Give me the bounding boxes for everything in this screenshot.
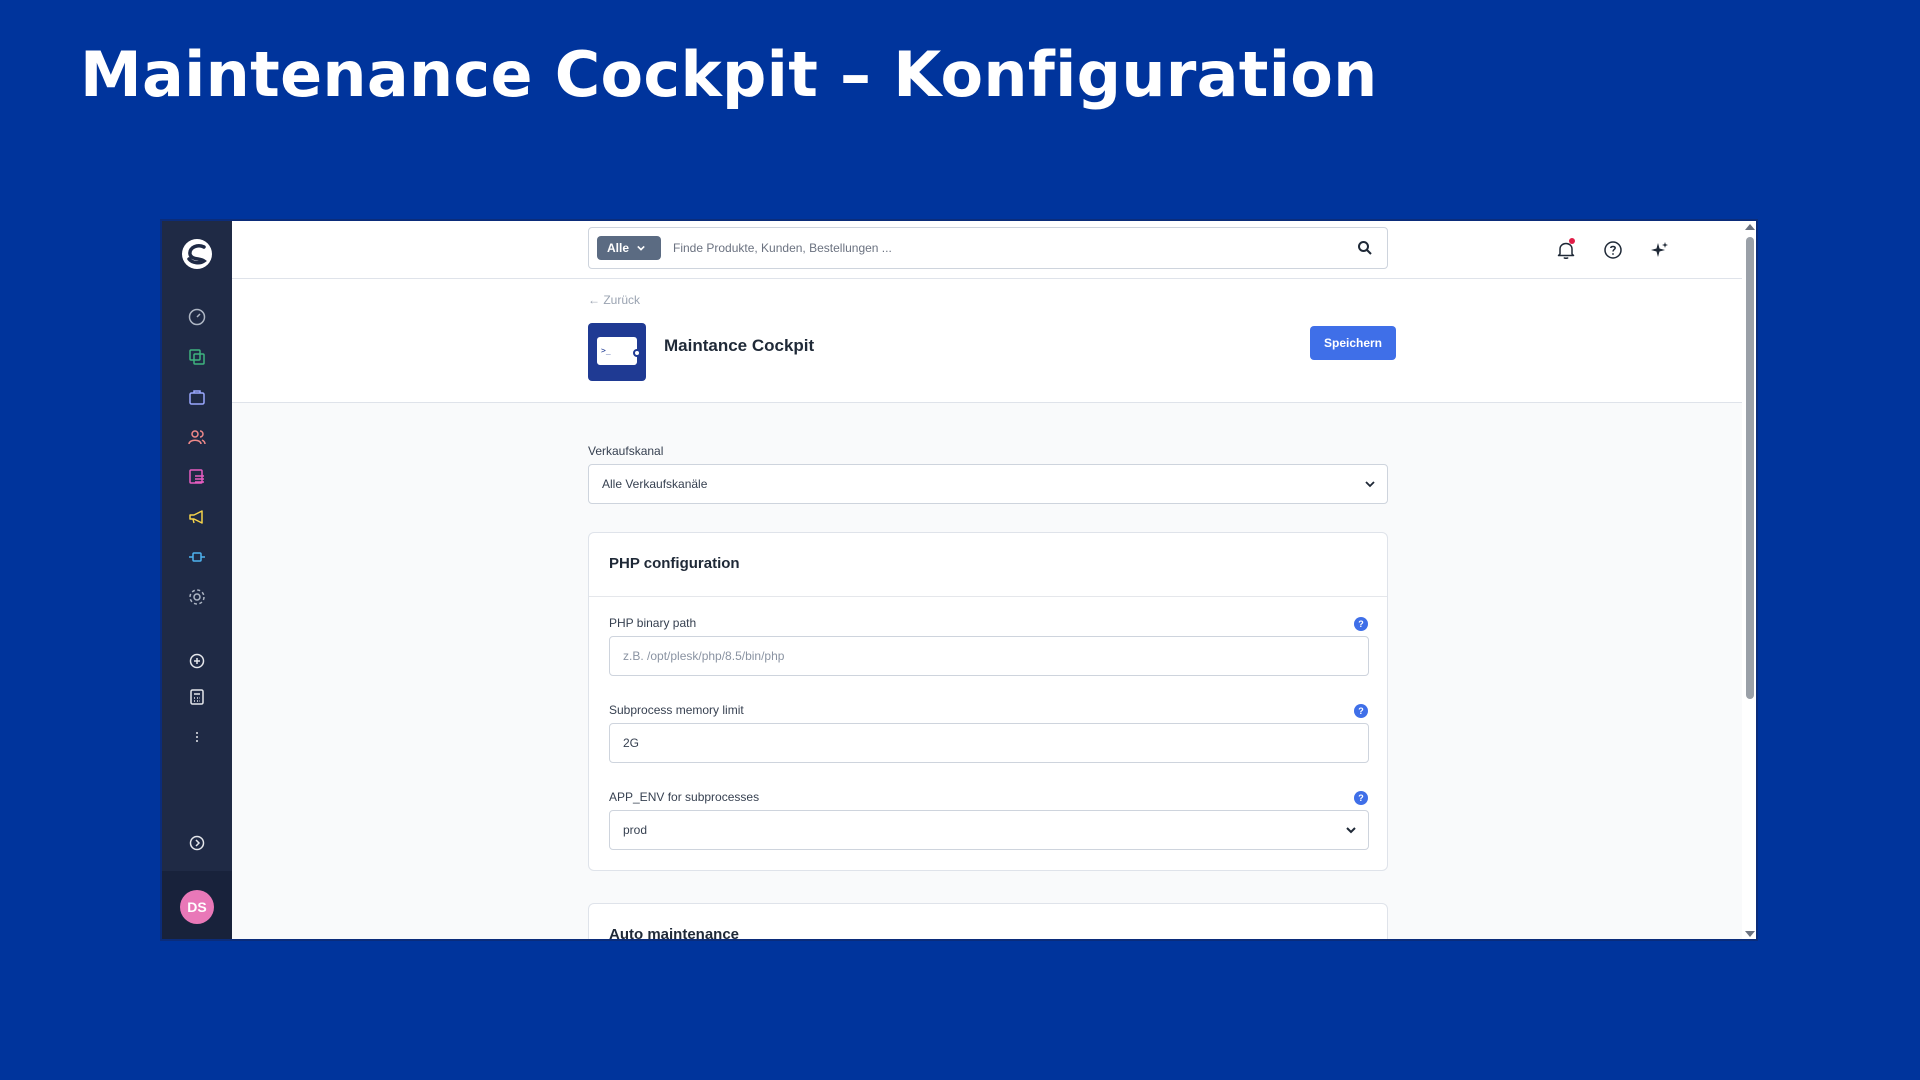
shopware-logo-icon[interactable] (180, 237, 214, 271)
app-env-select[interactable]: prod (609, 810, 1369, 850)
slide-title: Maintenance Cockpit – Konfiguration (80, 38, 1378, 111)
notifications-bell-icon[interactable] (1555, 238, 1577, 261)
app-env-value: prod (623, 823, 648, 837)
content-icon[interactable] (187, 467, 207, 487)
memory-limit-label: Subprocess memory limit (609, 703, 744, 717)
sales-channel-value: Alle Verkaufskanäle (602, 477, 708, 491)
settings-icon[interactable] (187, 587, 207, 607)
page-header: ← Zurück >_ Maintance Cockpit Speichern (232, 279, 1742, 403)
help-icon[interactable] (1602, 239, 1624, 261)
chevron-down-icon (1346, 827, 1356, 834)
help-tooltip-icon[interactable]: ? (1354, 704, 1368, 718)
avatar[interactable]: DS (180, 890, 214, 924)
more-icon[interactable] (187, 727, 207, 747)
scroll-up-arrow-icon[interactable] (1745, 224, 1755, 230)
add-icon[interactable] (187, 651, 207, 671)
app-icon: >_ (588, 323, 646, 381)
marketing-icon[interactable] (187, 507, 207, 527)
save-button[interactable]: Speichern (1310, 326, 1396, 360)
php-binary-path-input[interactable]: z.B. /opt/plesk/php/8.5/bin/php (609, 636, 1369, 676)
back-link[interactable]: ← Zurück (588, 293, 640, 307)
expand-icon[interactable] (187, 833, 207, 853)
terminal-icon: >_ (597, 337, 641, 365)
auto-maintenance-card: Auto maintenance (588, 903, 1388, 941)
search-scope-dropdown[interactable]: Alle (597, 236, 661, 260)
sales-channel-label: Verkaufskanal (588, 444, 664, 458)
search-input[interactable]: Finde Produkte, Kunden, Bestellungen ... (673, 241, 892, 255)
dashboard-icon[interactable] (187, 307, 207, 327)
notification-badge (1569, 238, 1575, 244)
php-configuration-title: PHP configuration (609, 555, 740, 572)
scrollbar[interactable] (1742, 221, 1756, 939)
help-tooltip-icon[interactable]: ? (1354, 791, 1368, 805)
help-tooltip-icon[interactable]: ? (1354, 617, 1368, 631)
php-binary-path-label: PHP binary path (609, 616, 697, 630)
card-divider (589, 596, 1387, 597)
gear-icon (633, 349, 641, 357)
app-window: DS Alle Finde Produkte, Kunden, Bestellu… (160, 219, 1758, 941)
calculator-icon[interactable] (187, 687, 207, 707)
search-bar[interactable]: Alle Finde Produkte, Kunden, Bestellunge… (588, 227, 1388, 269)
page-title: Maintance Cockpit (664, 336, 815, 355)
scrollbar-thumb[interactable] (1746, 237, 1754, 699)
sparkle-ai-icon[interactable] (1649, 239, 1671, 261)
search-scope-label: Alle (607, 241, 630, 255)
auto-maintenance-title: Auto maintenance (609, 926, 740, 941)
sales-channel-select[interactable]: Alle Verkaufskanäle (588, 464, 1388, 504)
php-configuration-card: PHP configuration PHP binary path ? z.B.… (588, 532, 1388, 871)
top-bar: Alle Finde Produkte, Kunden, Bestellunge… (232, 221, 1742, 279)
extensions-icon[interactable] (187, 547, 207, 567)
search-icon[interactable] (1357, 240, 1373, 256)
catalogue-icon[interactable] (187, 347, 207, 367)
scroll-down-arrow-icon[interactable] (1745, 931, 1755, 937)
app-env-label: APP_ENV for subprocesses (609, 790, 760, 804)
memory-limit-input[interactable]: 2G (609, 723, 1369, 763)
main-content: Verkaufskanal Alle Verkaufskanäle PHP co… (232, 403, 1742, 941)
terminal-prompt: >_ (601, 346, 611, 355)
customers-icon[interactable] (187, 427, 207, 447)
sidebar: DS (162, 221, 232, 939)
chevron-down-icon (1365, 481, 1375, 488)
orders-icon[interactable] (187, 387, 207, 407)
chevron-down-icon (637, 245, 645, 251)
